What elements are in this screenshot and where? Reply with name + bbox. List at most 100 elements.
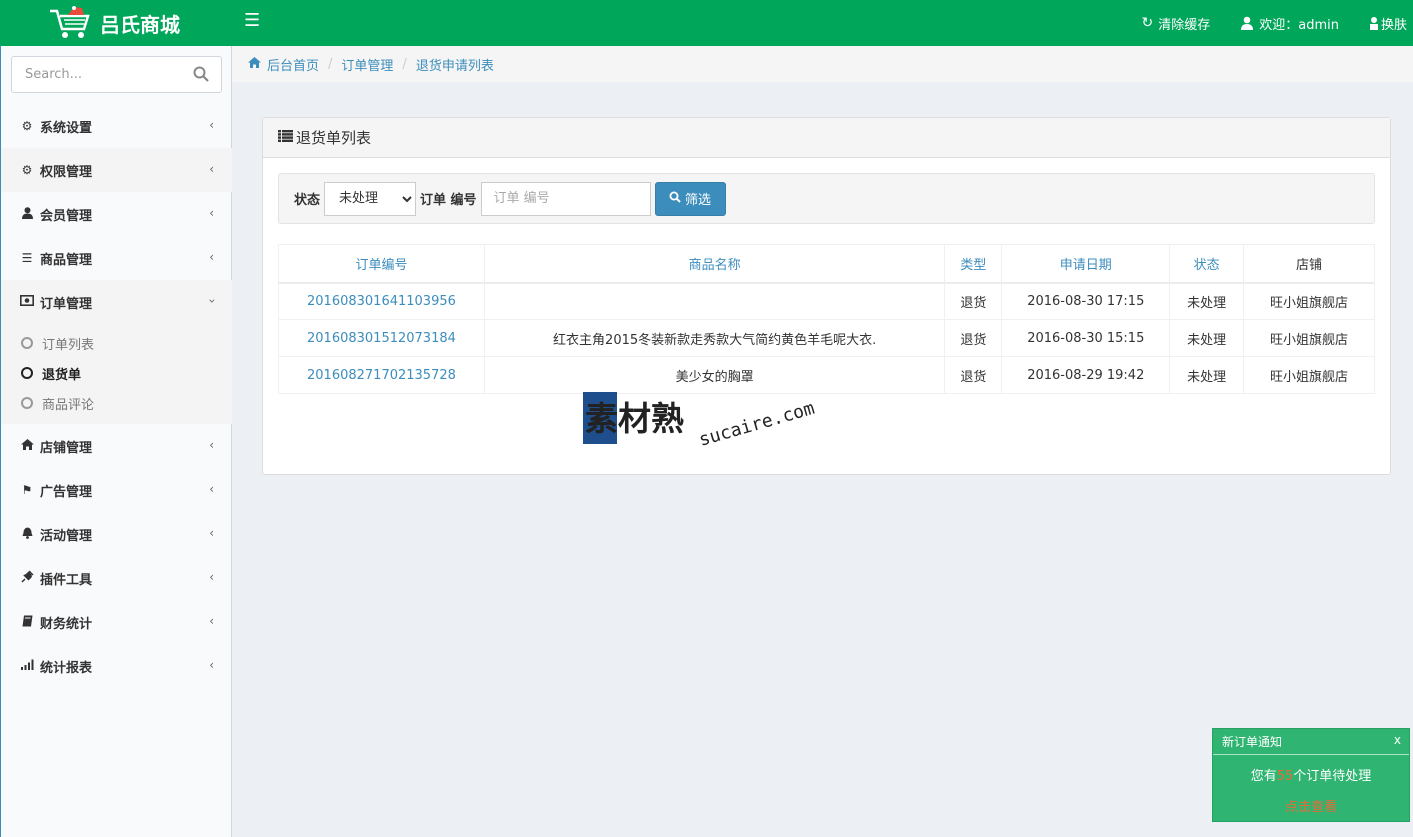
type-cell: 退货 [944, 356, 1003, 394]
user-icon [19, 206, 35, 222]
status-cell: 未处理 [1169, 356, 1245, 394]
sidebar-item-label: 会员管理 [40, 208, 93, 224]
gears-icon: ⚙ [21, 163, 33, 177]
site-title: 吕氏商城 [100, 12, 180, 37]
filter-button-label: 筛选 [685, 193, 712, 208]
column-header-order-no[interactable]: 订单编号 [278, 244, 485, 284]
sidebar-item-activities[interactable]: 活动管理 ‹ [1, 512, 232, 556]
watermark-en-text: sucaire.com [697, 398, 817, 450]
sidebar-item-permission[interactable]: ⚙ 权限管理 ‹ [1, 148, 232, 192]
welcome-text: 欢迎：admin [1259, 17, 1339, 33]
notification-view-link[interactable]: 点击查看 [1213, 796, 1409, 815]
list-icon: ☰ [21, 251, 33, 265]
close-icon[interactable]: x [1394, 733, 1401, 747]
returns-table: 订单编号 商品名称 类型 申请日期 状态 店铺 2016083016411039… [278, 244, 1375, 394]
table-row: 201608301641103956 退货 2016-08-30 17:15 未… [278, 282, 1375, 320]
type-cell: 退货 [944, 319, 1003, 357]
sidebar-item-ads[interactable]: ⚑ 广告管理 ‹ [1, 468, 232, 512]
sidebar-item-label: 财务统计 [40, 616, 93, 632]
bell-icon [19, 527, 35, 542]
top-navbar: 吕氏商城 ☰ ↻ 清除缓存 欢迎：admin 换肤 [0, 0, 1413, 46]
breadcrumb-home[interactable]: 后台首页 [267, 55, 319, 74]
column-header-status[interactable]: 状态 [1169, 244, 1245, 284]
chevron-left-icon: ‹ [209, 482, 214, 496]
skin-button[interactable]: 换肤 [1369, 14, 1407, 33]
sidebar-search [11, 56, 222, 93]
column-header-date[interactable]: 申请日期 [1001, 244, 1171, 284]
submenu-item-order-list[interactable]: 订单列表 [1, 328, 232, 358]
column-header-type[interactable]: 类型 [944, 244, 1003, 284]
chevron-down-icon: ‹ [204, 298, 219, 304]
panel-title: 退货单列表 [296, 129, 372, 147]
notification-title: 新订单通知 [1222, 735, 1283, 749]
search-input[interactable] [12, 57, 182, 92]
status-label: 状态 [294, 193, 321, 208]
table-header-row: 订单编号 商品名称 类型 申请日期 状态 店铺 [278, 244, 1375, 284]
skin-label: 换肤 [1380, 17, 1407, 33]
sidebar-item-label: 系统设置 [40, 120, 93, 136]
status-cell: 未处理 [1169, 282, 1245, 320]
search-icon[interactable] [193, 66, 209, 82]
refresh-icon: ↻ [1141, 15, 1154, 31]
order-no-link[interactable]: 201608301512073184 [307, 331, 456, 346]
type-cell: 退货 [944, 282, 1003, 320]
sidebar-item-members[interactable]: 会员管理 ‹ [1, 192, 232, 236]
submenu-item-label: 订单列表 [42, 337, 95, 353]
column-header-product[interactable]: 商品名称 [483, 244, 946, 284]
filter-bar: 状态 未处理 订单 编号 筛选 [278, 173, 1375, 224]
sidebar-item-reports[interactable]: 统计报表 ‹ [1, 644, 232, 688]
order-no-link[interactable]: 201608301641103956 [307, 294, 456, 309]
signal-icon [19, 659, 35, 673]
date-cell: 2016-08-29 19:42 [1001, 356, 1171, 394]
clear-cache-label: 清除缓存 [1158, 17, 1211, 33]
sidebar-item-system[interactable]: ⚙ 系统设置 ‹ [1, 104, 232, 148]
clear-cache-button[interactable]: ↻ 清除缓存 [1142, 14, 1211, 33]
order-no-cell: 201608271702135728 [278, 356, 485, 394]
chevron-left-icon: ‹ [209, 658, 214, 672]
shop-cell: 旺小姐旗舰店 [1243, 282, 1375, 320]
order-no-cell: 201608301641103956 [278, 282, 485, 320]
sidebar-item-plugins[interactable]: 插件工具 ‹ [1, 556, 232, 600]
order-no-input[interactable] [480, 181, 651, 216]
order-no-link[interactable]: 201608271702135728 [307, 368, 456, 383]
product-cell [483, 282, 946, 320]
chevron-left-icon: ‹ [209, 438, 214, 452]
sidebar-item-shops[interactable]: 店铺管理 ‹ [1, 424, 232, 468]
breadcrumb-separator: / [402, 56, 407, 72]
sidebar-item-orders[interactable]: 订单管理 ‹ [1, 280, 232, 324]
submenu-item-label: 商品评论 [42, 397, 95, 413]
circle-icon [21, 367, 33, 379]
watermark: 素材熟 sucaire.com [583, 392, 817, 450]
new-order-notification: 新订单通知 x 您有55个订单待处理 点击查看 [1212, 728, 1410, 822]
order-no-label: 订单 编号 [420, 193, 477, 208]
status-cell: 未处理 [1169, 319, 1245, 357]
status-select[interactable]: 未处理 [324, 181, 417, 216]
notification-count: 55 [1276, 769, 1294, 784]
notification-suffix: 个订单待处理 [1293, 769, 1372, 784]
home-icon [19, 439, 35, 453]
sidebar-item-label: 店铺管理 [40, 440, 93, 456]
cart-logo-icon [50, 6, 90, 38]
shop-cell: 旺小姐旗舰店 [1243, 356, 1375, 394]
sidebar-item-label: 统计报表 [40, 660, 93, 676]
product-cell: 美少女的胸罩 [483, 356, 946, 394]
breadcrumb-returns[interactable]: 退货申请列表 [416, 55, 494, 74]
column-header-shop: 店铺 [1243, 244, 1375, 284]
sidebar-item-label: 活动管理 [40, 528, 93, 544]
hamburger-icon[interactable]: ☰ [244, 10, 260, 31]
list-icon [278, 129, 293, 146]
logo[interactable]: 吕氏商城 [48, 4, 180, 42]
submenu-item-returns[interactable]: 退货单 [1, 358, 232, 388]
user-menu[interactable]: 欢迎：admin [1240, 14, 1339, 33]
submenu-item-reviews[interactable]: 商品评论 [1, 388, 232, 418]
sidebar-item-products[interactable]: ☰ 商品管理 ‹ [1, 236, 232, 280]
chevron-left-icon: ‹ [209, 570, 214, 584]
date-cell: 2016-08-30 15:15 [1001, 319, 1171, 357]
chevron-left-icon: ‹ [209, 526, 214, 540]
breadcrumb-orders[interactable]: 订单管理 [341, 55, 393, 74]
notification-header: 新订单通知 x [1213, 729, 1409, 755]
search-icon [669, 191, 681, 207]
sidebar-item-finance[interactable]: 财务统计 ‹ [1, 600, 232, 644]
chevron-left-icon: ‹ [209, 206, 214, 220]
filter-button[interactable]: 筛选 [654, 181, 726, 216]
